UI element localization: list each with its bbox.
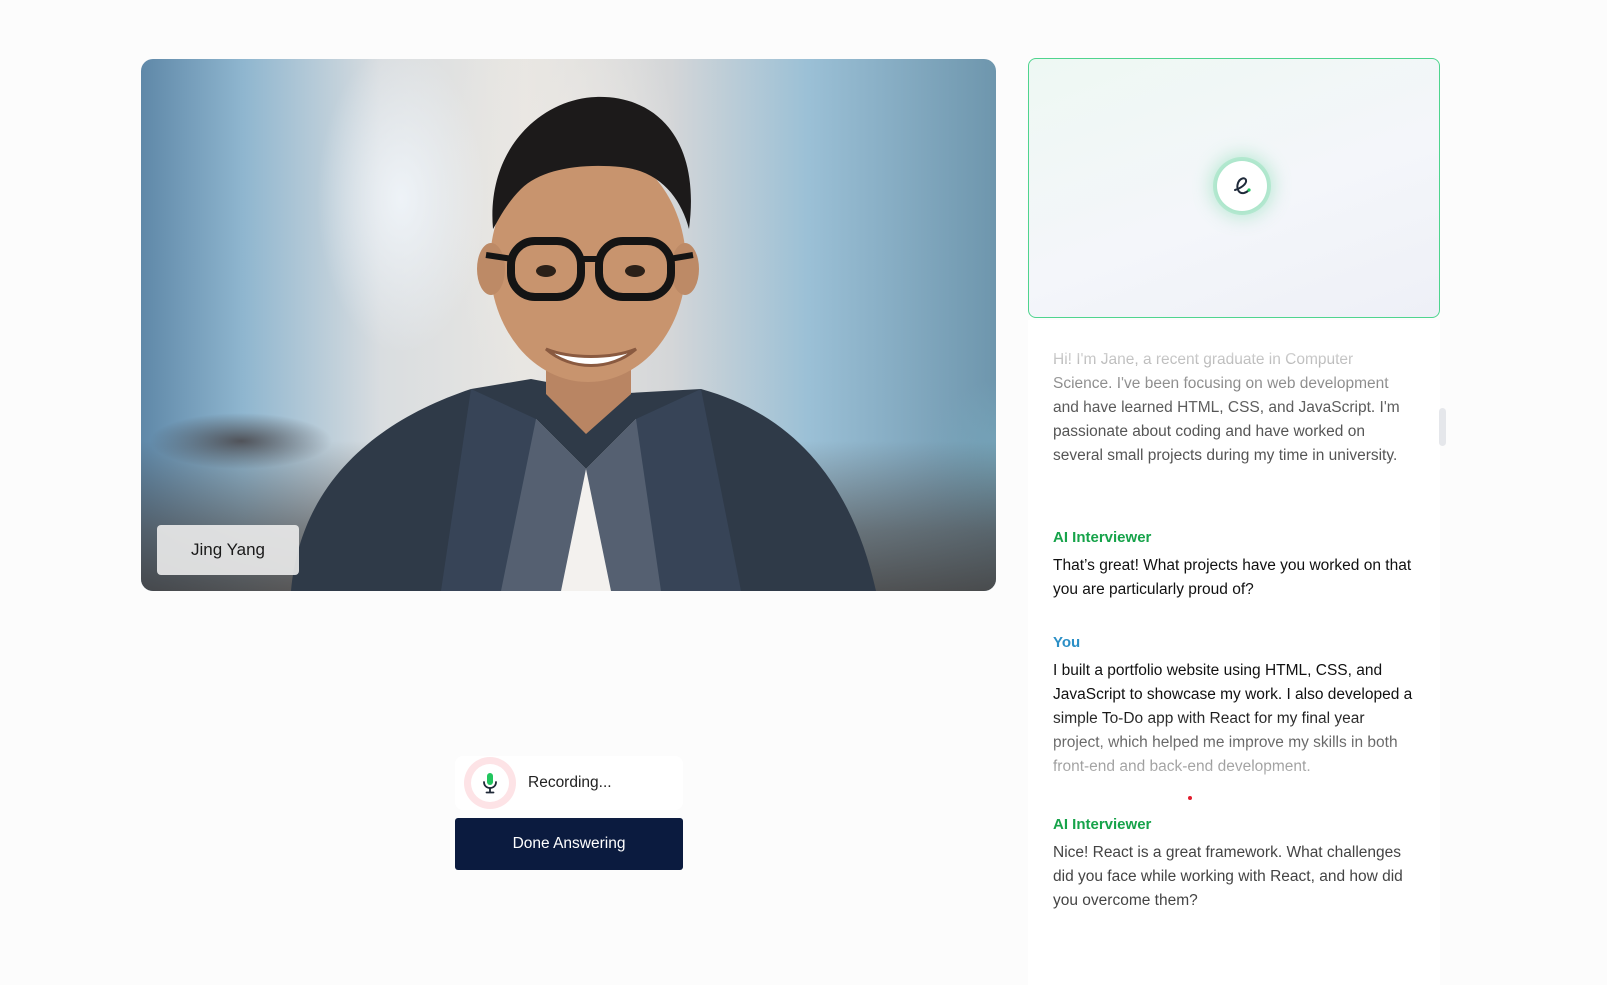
fade-overlay [1028, 320, 1440, 410]
transcript-scrollbar[interactable] [1439, 408, 1446, 446]
indicator-dot [1188, 796, 1192, 800]
e-logo-icon [1217, 161, 1267, 211]
candidate-person-image [291, 96, 876, 591]
transcript-message: AI Interviewer Nice! React is a great fr… [1053, 816, 1413, 913]
speaker-label: You [1053, 634, 1081, 651]
recording-label: Recording... [528, 774, 612, 791]
candidate-video: Jing Yang [141, 59, 996, 591]
mic-ring [464, 757, 516, 809]
speaker-label: AI Interviewer [1053, 816, 1152, 833]
done-answering-button[interactable]: Done Answering [455, 818, 683, 870]
participant-name-tag: Jing Yang [157, 525, 299, 575]
ai-interviewer-card [1028, 58, 1440, 318]
participant-name: Jing Yang [190, 540, 266, 559]
microphone-icon [471, 764, 509, 802]
message-text: That’s great! What projects have you wor… [1053, 557, 1412, 598]
fade-overlay [1028, 710, 1440, 790]
message-text: Nice! React is a great framework. What c… [1053, 844, 1403, 909]
transcript-message: AI Interviewer That’s great! What projec… [1053, 529, 1413, 602]
transcript-panel[interactable]: Hi! I'm Jane, a recent graduate in Compu… [1028, 320, 1440, 985]
speaker-label: AI Interviewer [1053, 529, 1152, 546]
recording-indicator: Recording... [455, 756, 683, 810]
